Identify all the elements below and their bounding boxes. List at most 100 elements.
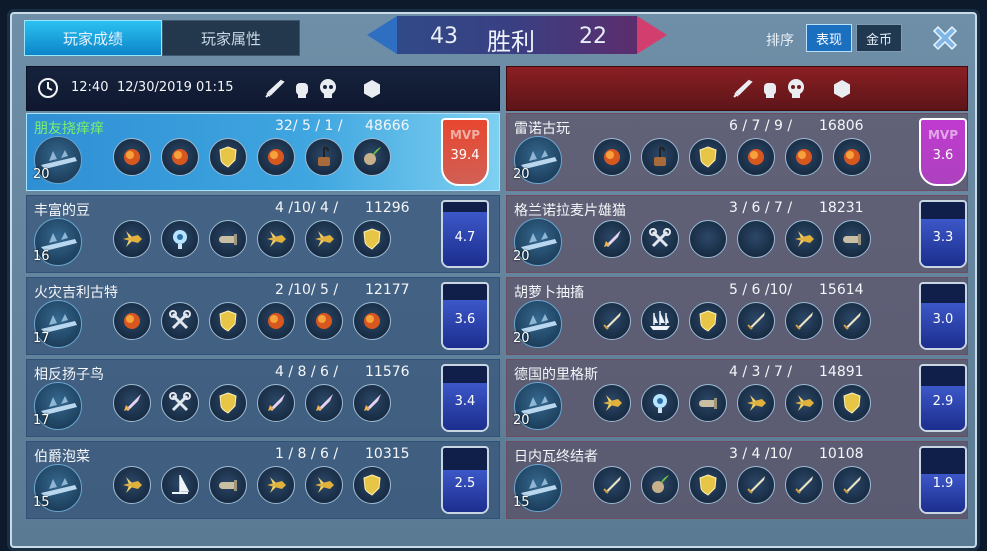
match-duration: 12:40 — [71, 80, 109, 95]
wrench-icon[interactable] — [641, 220, 679, 258]
jet-icon[interactable] — [305, 220, 343, 258]
sword-icon[interactable] — [593, 466, 631, 504]
rocket-icon[interactable] — [353, 384, 391, 422]
fire-orb-icon[interactable] — [593, 138, 631, 176]
player-score: 2.9 — [932, 394, 954, 409]
gold-hex-icon — [364, 80, 380, 98]
jet-icon[interactable] — [257, 466, 295, 504]
torpedo-icon[interactable] — [209, 466, 247, 504]
sword-icon[interactable] — [785, 302, 823, 340]
shield-icon[interactable] — [209, 384, 247, 422]
pot-icon[interactable] — [305, 138, 343, 176]
player-row[interactable]: 格兰诺拉麦片雄猫 3 / 6 / 7 / 18231 20 3.3 — [506, 195, 968, 273]
leaf-orb-icon[interactable] — [641, 466, 679, 504]
jet-icon[interactable] — [257, 220, 295, 258]
jet-icon[interactable] — [785, 384, 823, 422]
player-kda: 3 / 6 / 7 / — [729, 200, 793, 216]
player-row[interactable]: 日内瓦终结者 3 / 4 /10/10108 15 1.9 — [506, 441, 968, 519]
rocket-icon[interactable] — [113, 384, 151, 422]
player-row[interactable]: 相反扬子鸟 4 / 8 / 6 / 11576 17 3.4 — [26, 359, 500, 437]
fire-orb-icon[interactable] — [113, 302, 151, 340]
sword-icon[interactable] — [833, 466, 871, 504]
shield-icon[interactable] — [689, 138, 727, 176]
close-icon[interactable] — [929, 22, 961, 54]
tab-player-attributes[interactable]: 玩家属性 — [162, 20, 300, 56]
player-level: 15 — [33, 495, 50, 510]
mvp-badge: MVP 3.6 — [919, 118, 967, 186]
radar-icon[interactable] — [161, 220, 199, 258]
torpedo-icon[interactable] — [833, 220, 871, 258]
sword-icon[interactable] — [593, 302, 631, 340]
fire-orb-icon[interactable] — [257, 302, 295, 340]
shield-icon[interactable] — [833, 384, 871, 422]
sort-gold-button[interactable]: 金币 — [856, 24, 902, 52]
radar-icon[interactable] — [641, 384, 679, 422]
player-gold: 48666 — [365, 118, 410, 134]
player-row[interactable]: 胡萝卜抽搐 5 / 6 /10/15614 20 3.0 — [506, 277, 968, 355]
player-name: 朋友挠痒痒 — [34, 121, 104, 137]
jet-icon[interactable] — [113, 466, 151, 504]
shield-icon[interactable] — [353, 220, 391, 258]
fire-orb-icon[interactable] — [257, 138, 295, 176]
blue-team-arrow — [367, 16, 397, 54]
sword-icon[interactable] — [737, 466, 775, 504]
player-gold: 10108 — [819, 446, 864, 462]
jet-icon[interactable] — [305, 466, 343, 504]
player-level: 20 — [33, 167, 50, 182]
wrench-icon[interactable] — [161, 302, 199, 340]
player-gold: 14891 — [819, 364, 864, 380]
ship-icon[interactable] — [641, 302, 679, 340]
red-team-score: 22 — [579, 24, 607, 49]
rocket-icon[interactable] — [593, 220, 631, 258]
player-row[interactable]: 德国的里格斯 4 / 3 / 7 / 14891 20 2.9 — [506, 359, 968, 437]
player-level: 20 — [513, 167, 530, 182]
player-score: 1.9 — [932, 476, 954, 491]
score-jar: 3.6 — [441, 282, 489, 350]
mvp-label: MVP — [927, 128, 959, 142]
jet-icon[interactable] — [737, 384, 775, 422]
fire-orb-icon[interactable] — [737, 138, 775, 176]
sword-icon[interactable] — [785, 466, 823, 504]
shield-icon[interactable] — [209, 302, 247, 340]
fire-orb-icon[interactable] — [785, 138, 823, 176]
shield-icon[interactable] — [689, 466, 727, 504]
pot-icon[interactable] — [641, 138, 679, 176]
fire-orb-icon[interactable] — [353, 302, 391, 340]
player-score: 3.6 — [932, 148, 954, 163]
tab-player-stats[interactable]: 玩家成绩 — [24, 20, 162, 56]
fire-orb-icon[interactable] — [161, 138, 199, 176]
rocket-icon[interactable] — [257, 384, 295, 422]
blue-team-score: 43 — [430, 24, 458, 49]
shield-icon[interactable] — [209, 138, 247, 176]
torpedo-icon[interactable] — [209, 220, 247, 258]
jet-icon[interactable] — [593, 384, 631, 422]
player-row[interactable]: 伯爵泡菜 1 / 8 / 6 / 10315 15 2.5 — [26, 441, 500, 519]
wrench-icon[interactable] — [161, 384, 199, 422]
player-score: 39.4 — [450, 148, 480, 163]
leaf-orb-icon[interactable] — [353, 138, 391, 176]
player-row[interactable]: 火灾吉利古特 2 /10/ 5 / 12177 17 3.6 — [26, 277, 500, 355]
rocket-icon[interactable] — [305, 384, 343, 422]
empty-item-slot[interactable] — [689, 220, 727, 258]
player-row[interactable]: 丰富的豆 4 /10/ 4 / 11296 16 4.7 — [26, 195, 500, 273]
fire-orb-icon[interactable] — [305, 302, 343, 340]
fire-orb-icon[interactable] — [833, 138, 871, 176]
gold-hex-icon — [834, 80, 850, 98]
sail-icon[interactable] — [161, 466, 199, 504]
player-level: 20 — [513, 249, 530, 264]
sort-performance-button[interactable]: 表现 — [806, 24, 852, 52]
player-row[interactable]: 雷诺古玩 6 / 7 / 9 / 16806 20 MVP 3.6 — [506, 113, 968, 191]
jet-icon[interactable] — [785, 220, 823, 258]
torpedo-icon[interactable] — [689, 384, 727, 422]
shield-icon[interactable] — [353, 466, 391, 504]
fist-icon — [296, 83, 308, 98]
shield-icon[interactable] — [689, 302, 727, 340]
player-name: 胡萝卜抽搐 — [514, 285, 584, 301]
empty-item-slot[interactable] — [737, 220, 775, 258]
sword-icon[interactable] — [833, 302, 871, 340]
sword-icon[interactable] — [737, 302, 775, 340]
player-row[interactable]: 朋友挠痒痒 32/ 5 / 1 / 48666 20 MVP 39.4 — [26, 113, 500, 191]
jet-icon[interactable] — [113, 220, 151, 258]
scoreboard-window: 玩家成绩 玩家属性 43 胜利 22 排序 表现 金币 12:40 12/30/… — [10, 12, 977, 548]
fire-orb-icon[interactable] — [113, 138, 151, 176]
